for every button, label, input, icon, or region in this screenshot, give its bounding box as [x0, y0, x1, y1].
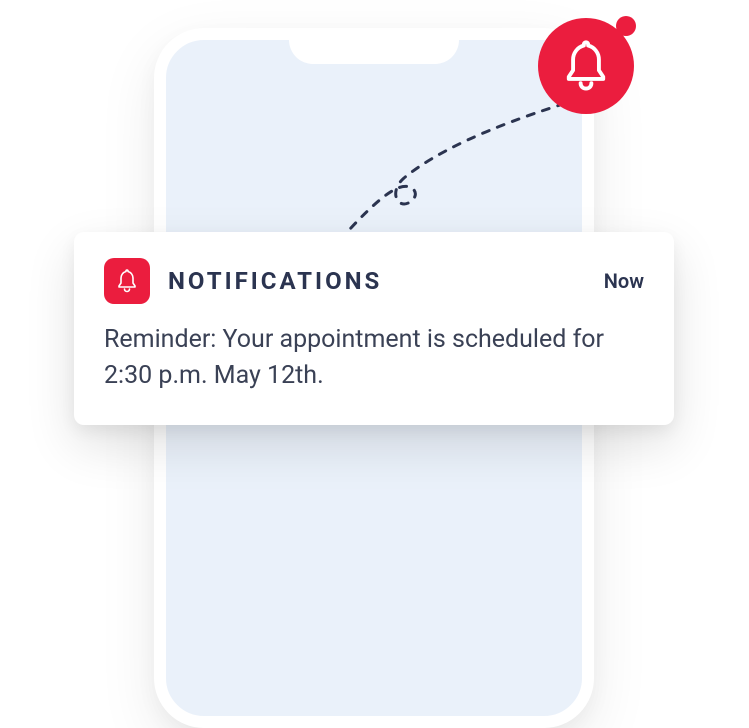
notification-body: Reminder: Your appointment is scheduled …: [104, 322, 644, 395]
notification-app-name: NOTIFICATIONS: [168, 267, 382, 295]
notification-indicator-dot: [616, 16, 636, 36]
bell-icon: [560, 38, 612, 94]
notification-bell-badge: [538, 18, 634, 114]
notification-header: NOTIFICATIONS Now: [104, 258, 644, 304]
notification-app-info: NOTIFICATIONS: [104, 258, 382, 304]
notification-app-icon: [104, 258, 150, 304]
phone-notch: [289, 28, 459, 64]
bell-icon: [115, 268, 139, 294]
notification-timestamp: Now: [604, 269, 644, 293]
notification-card[interactable]: NOTIFICATIONS Now Reminder: Your appoint…: [74, 232, 674, 425]
